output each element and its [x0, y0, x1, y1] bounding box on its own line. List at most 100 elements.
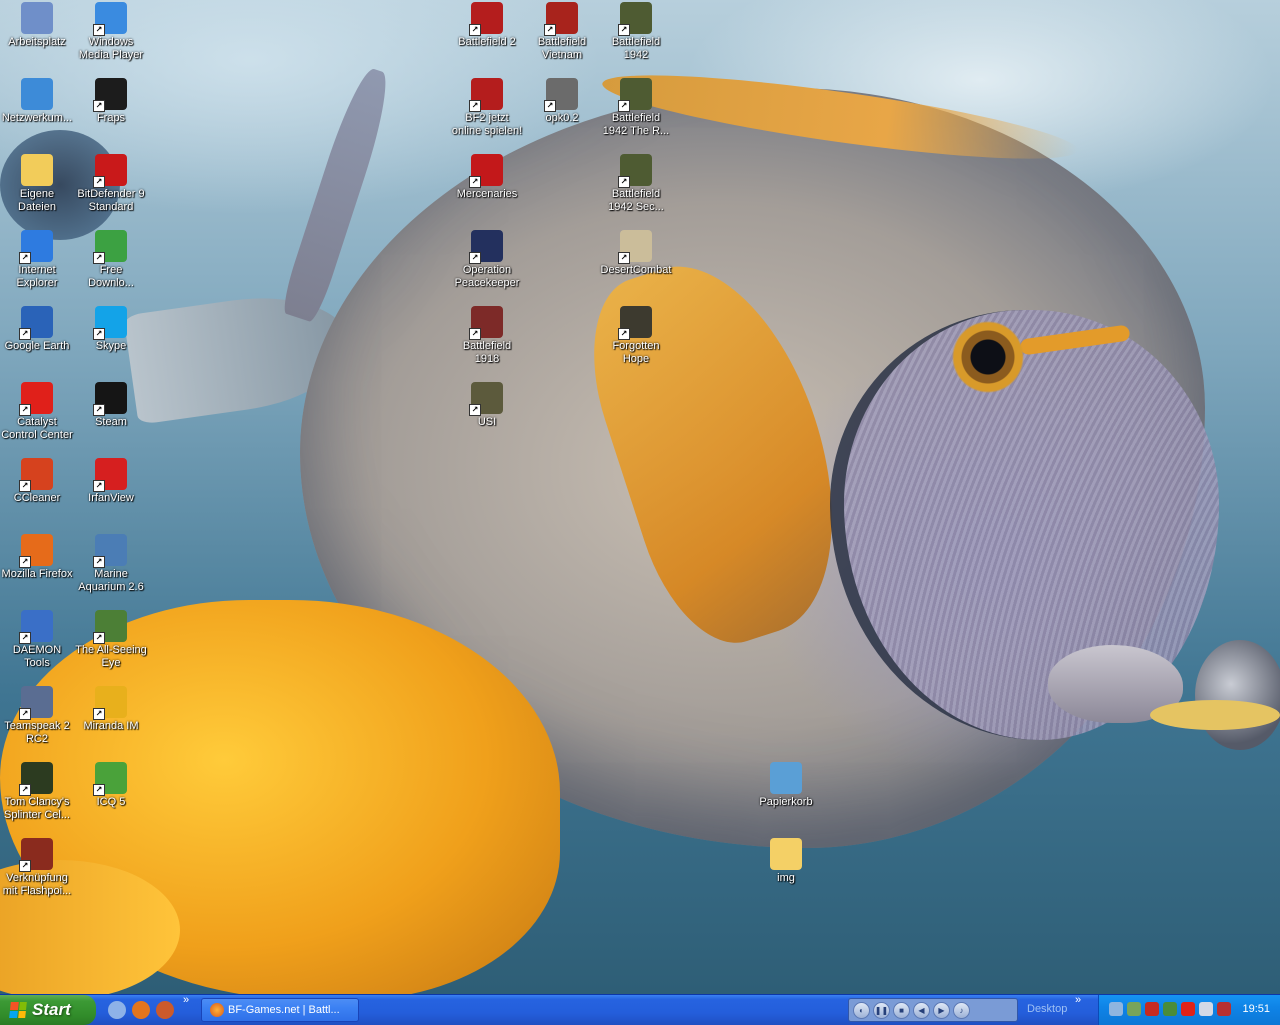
desktop-icon-recycle-bin[interactable]: Papierkorb — [749, 762, 823, 809]
desktop-icon-label: Teamspeak 2 RC2 — [4, 720, 70, 745]
desktop-icon-firefox[interactable]: ↗ Mozilla Firefox — [0, 534, 74, 581]
desktop-icon-operation-peacekeeper[interactable]: ↗ Operation Peacekeeper — [450, 230, 524, 290]
operation-peacekeeper-icon: ↗ — [469, 230, 503, 264]
desktop-icon-bf1942-secret-weapons[interactable]: ↗ Battlefield 1942 Sec... — [599, 154, 673, 214]
desktop-icon-all-seeing-eye[interactable]: ↗ The All-Seeing Eye — [74, 610, 148, 670]
desktop-icon-desertcombat[interactable]: ↗ DesertCombat — [599, 230, 673, 277]
desktop-icon-opk[interactable]: ↗ opk0.2 — [525, 78, 599, 125]
desktop-icon-label: Battlefield 1918 — [462, 340, 512, 365]
shortcut-arrow-icon: ↗ — [618, 100, 630, 112]
desktop-icon-battlefield-1918[interactable]: ↗ Battlefield 1918 — [450, 306, 524, 366]
media-pause-icon[interactable]: ❚❚ — [873, 1001, 890, 1019]
taskbar-window-button[interactable]: BF-Games.net | Battl... — [201, 998, 359, 1022]
desktop-icon-media-player[interactable]: ↗ Windows Media Player — [74, 2, 148, 62]
desktop-icon-miranda[interactable]: ↗ Miranda IM — [74, 686, 148, 733]
desktop-icon-teamspeak[interactable]: ↗ Teamspeak 2 RC2 — [0, 686, 74, 746]
security-tray-icon[interactable] — [1217, 1002, 1231, 1016]
fraps-icon: ↗ — [93, 78, 127, 112]
media-previous-icon[interactable]: ◀ — [913, 1001, 930, 1019]
shortcut-arrow-icon: ↗ — [618, 24, 630, 36]
media-next-icon[interactable]: ▶ — [933, 1001, 950, 1019]
teamspeak-icon: ↗ — [19, 686, 53, 720]
desktop-icon-label: ICQ 5 — [96, 796, 126, 808]
shortcut-arrow-icon: ↗ — [19, 632, 31, 644]
shortcut-arrow-icon: ↗ — [469, 100, 481, 112]
desktop-icon-internet-explorer[interactable]: ↗ Internet Explorer — [0, 230, 74, 290]
quick-launch-chevron-icon[interactable]: » — [183, 994, 189, 1006]
desktop-icon-bf2-online[interactable]: ↗ BF2 jetzt online spielen! — [450, 78, 524, 138]
desktop-icon-daemon-tools[interactable]: ↗ DAEMON Tools — [0, 610, 74, 670]
clock[interactable]: 19:51 — [1242, 1003, 1270, 1015]
desktop-icon-flashpoint[interactable]: ↗ Verknüpfung mit Flashpoi... — [0, 838, 74, 898]
ati-tray-icon[interactable] — [1181, 1002, 1195, 1016]
desktop-icon-icq[interactable]: ↗ ICQ 5 — [74, 762, 148, 809]
desktop-icon-google-earth[interactable]: ↗ Google Earth — [0, 306, 74, 353]
desktop-icon-my-documents[interactable]: Eigene Dateien — [0, 154, 74, 214]
bitdefender-icon: ↗ — [93, 154, 127, 188]
media-stop-icon[interactable]: ■ — [893, 1001, 910, 1019]
shortcut-arrow-icon: ↗ — [469, 404, 481, 416]
desktop-icon-battlefield2[interactable]: ↗ Battlefield 2 — [450, 2, 524, 49]
desktop-icon-marine-aquarium[interactable]: ↗ Marine Aquarium 2.6 — [74, 534, 148, 594]
opk-icon: ↗ — [544, 78, 578, 112]
splinter-cell-icon: ↗ — [19, 762, 53, 796]
desktop-icon-steam[interactable]: ↗ Steam — [74, 382, 148, 429]
desktop-icon-label: Tom Clancy's Splinter Cel... — [3, 796, 71, 821]
volume-tray-icon[interactable] — [1199, 1002, 1213, 1016]
desktop-icon-folder[interactable]: img — [749, 838, 823, 885]
desktop-icon-label: Fraps — [96, 112, 126, 124]
bitdefender-tray-icon[interactable] — [1145, 1002, 1159, 1016]
desktop-icon-ccleaner[interactable]: ↗ CCleaner — [0, 458, 74, 505]
desktop-icon-mercenaries[interactable]: ↗ Mercenaries — [450, 154, 524, 201]
media-volume-icon[interactable]: ♪ — [953, 1001, 970, 1019]
desktop-icon-label: DAEMON Tools — [12, 644, 62, 669]
shortcut-arrow-icon: ↗ — [469, 24, 481, 36]
antivirus-tray-icon[interactable] — [1163, 1002, 1177, 1016]
show-desktop-icon[interactable] — [108, 1001, 126, 1019]
daemon-tools-icon: ↗ — [19, 610, 53, 644]
aquarium-tray-icon[interactable] — [1127, 1002, 1141, 1016]
battlefield-1942-icon: ↗ — [618, 2, 652, 36]
media-quicklaunch-icon[interactable] — [156, 1001, 174, 1019]
shortcut-arrow-icon: ↗ — [469, 176, 481, 188]
desktop-icon-ati-catalyst[interactable]: ↗ Catalyst Control Center — [0, 382, 74, 442]
shortcut-arrow-icon: ↗ — [469, 252, 481, 264]
desktop-icon-my-computer[interactable]: Arbeitsplatz — [0, 2, 74, 49]
desktop-icon-label: The All-Seeing Eye — [75, 644, 147, 669]
desktop-icon-battlefield-vietnam[interactable]: ↗ Battlefield Vietnam — [525, 2, 599, 62]
media-menu-icon[interactable]: ◐ — [853, 1001, 870, 1019]
desktop-icon-battlefield-1942[interactable]: ↗ Battlefield 1942 — [599, 2, 673, 62]
shortcut-arrow-icon: ↗ — [19, 708, 31, 720]
bf1942-road-to-rome-icon: ↗ — [618, 78, 652, 112]
desktop-toolbar-label[interactable]: Desktop — [1027, 1003, 1067, 1015]
wallpaper-distant-fish — [1195, 640, 1280, 750]
desktop-icon-label: Miranda IM — [83, 720, 139, 732]
battlefield2-icon: ↗ — [469, 2, 503, 36]
desktop-icon-forgotten-hope[interactable]: ↗ Forgotten Hope — [599, 306, 673, 366]
shortcut-arrow-icon: ↗ — [93, 632, 105, 644]
desktop-icon-network-places[interactable]: Netzwerkum... — [0, 78, 74, 125]
start-button[interactable]: Start — [0, 995, 96, 1025]
desktop-icon-fraps[interactable]: ↗ Fraps — [74, 78, 148, 125]
desktop-icon-label: Papierkorb — [759, 796, 813, 808]
desktop-icon-bitdefender[interactable]: ↗ BitDefender 9 Standard — [74, 154, 148, 214]
desktop-icon-label: Forgotten Hope — [612, 340, 660, 365]
desktop-icon-bf1942-road-to-rome[interactable]: ↗ Battlefield 1942 The R... — [599, 78, 673, 138]
shortcut-arrow-icon: ↗ — [544, 24, 556, 36]
desktop-icon-irfanview[interactable]: ↗ IrfanView — [74, 458, 148, 505]
desktop-icon-usi[interactable]: ↗ USI — [450, 382, 524, 429]
shortcut-arrow-icon: ↗ — [19, 328, 31, 340]
system-tray: 19:51 — [1098, 995, 1280, 1025]
desktop-icon-skype[interactable]: ↗ Skype — [74, 306, 148, 353]
shortcut-arrow-icon: ↗ — [93, 404, 105, 416]
media-player-icon: ↗ — [93, 2, 127, 36]
desktop-icon-label: CCleaner — [13, 492, 61, 504]
desktop-icon-free-download-manager[interactable]: ↗ Free Downlo... — [74, 230, 148, 290]
firefox-quicklaunch-icon[interactable] — [132, 1001, 150, 1019]
desktop-icon-splinter-cell[interactable]: ↗ Tom Clancy's Splinter Cel... — [0, 762, 74, 822]
shortcut-arrow-icon: ↗ — [19, 404, 31, 416]
shortcut-arrow-icon: ↗ — [19, 252, 31, 264]
network-tray-icon[interactable] — [1109, 1002, 1123, 1016]
desktop-toolbar-chevron-icon[interactable]: » — [1075, 994, 1081, 1006]
media-player-toolbar: ◐ ❚❚ ■ ◀ ▶ ♪ — [848, 998, 1018, 1022]
